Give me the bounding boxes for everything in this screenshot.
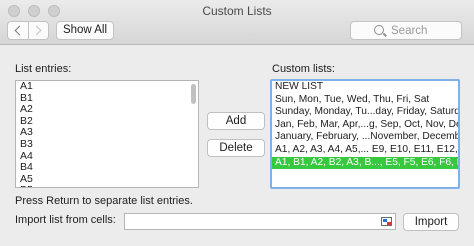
back-button[interactable] xyxy=(8,22,28,39)
list-entry-line: B2 xyxy=(20,114,33,127)
toolbar: Custom Lists Show All xyxy=(0,0,474,45)
import-range-input[interactable] xyxy=(128,215,368,228)
custom-list-item[interactable]: January, February, ...November, December xyxy=(272,131,458,144)
delete-button[interactable]: Delete xyxy=(207,139,265,157)
search-input[interactable] xyxy=(391,23,459,38)
import-range-field[interactable] xyxy=(124,213,396,230)
list-entry-line: A2 xyxy=(20,103,33,116)
list-entry-line: A4 xyxy=(20,149,33,162)
custom-list-item-selected[interactable]: A1, B1, A2, B2, A3, B..., E5, F5, E6, F6… xyxy=(272,156,458,170)
list-entries-label: List entries: xyxy=(15,63,72,75)
custom-list-item[interactable]: Jan, Feb, Mar, Apr,...g, Sep, Oct, Nov, … xyxy=(272,119,458,132)
separator-hint: Press Return to separate list entries. xyxy=(15,195,193,207)
chevron-left-icon xyxy=(14,25,25,36)
list-entry-line: B1 xyxy=(20,91,33,104)
chevron-right-icon xyxy=(31,25,42,36)
search-icon xyxy=(374,25,384,35)
search-field[interactable] xyxy=(350,21,462,40)
list-entry-line: A1 xyxy=(20,80,33,92)
import-button[interactable]: Import xyxy=(403,213,459,231)
custom-list-item[interactable]: Sunday, Monday, Tu...day, Friday, Saturd… xyxy=(272,106,458,119)
add-button[interactable]: Add xyxy=(207,112,265,130)
range-selector-icon[interactable] xyxy=(381,217,392,226)
list-entries-scrollbar[interactable] xyxy=(191,84,196,104)
forward-button[interactable] xyxy=(27,22,49,39)
custom-list-item[interactable]: NEW LIST xyxy=(272,81,458,94)
list-entry-line: B4 xyxy=(20,161,33,174)
custom-lists-listbox[interactable]: NEW LIST Sun, Mon, Tue, Wed, Thu, Fri, S… xyxy=(270,79,460,189)
show-all-button[interactable]: Show All xyxy=(56,21,114,40)
custom-lists-label: Custom lists: xyxy=(272,63,335,75)
list-entry-line: A5 xyxy=(20,172,33,185)
back-forward-control xyxy=(7,21,49,40)
window-title: Custom Lists xyxy=(202,4,272,18)
import-label: Import list from cells: xyxy=(15,214,116,226)
list-entry-line: B3 xyxy=(20,137,33,150)
list-entries-textarea[interactable]: A1 B1 A2 B2 A3 B3 A4 B4 A5 B5 xyxy=(15,80,199,188)
list-entry-line: A3 xyxy=(20,126,33,139)
custom-list-item[interactable]: A1, A2, A3, A4, A5,... E9, E10, E11, E12… xyxy=(272,144,458,157)
custom-list-item[interactable]: Sun, Mon, Tue, Wed, Thu, Fri, Sat xyxy=(272,94,458,107)
custom-lists-window: Custom Lists Show All List entries: Cust… xyxy=(0,0,474,246)
list-entry-line: B5 xyxy=(16,185,198,187)
